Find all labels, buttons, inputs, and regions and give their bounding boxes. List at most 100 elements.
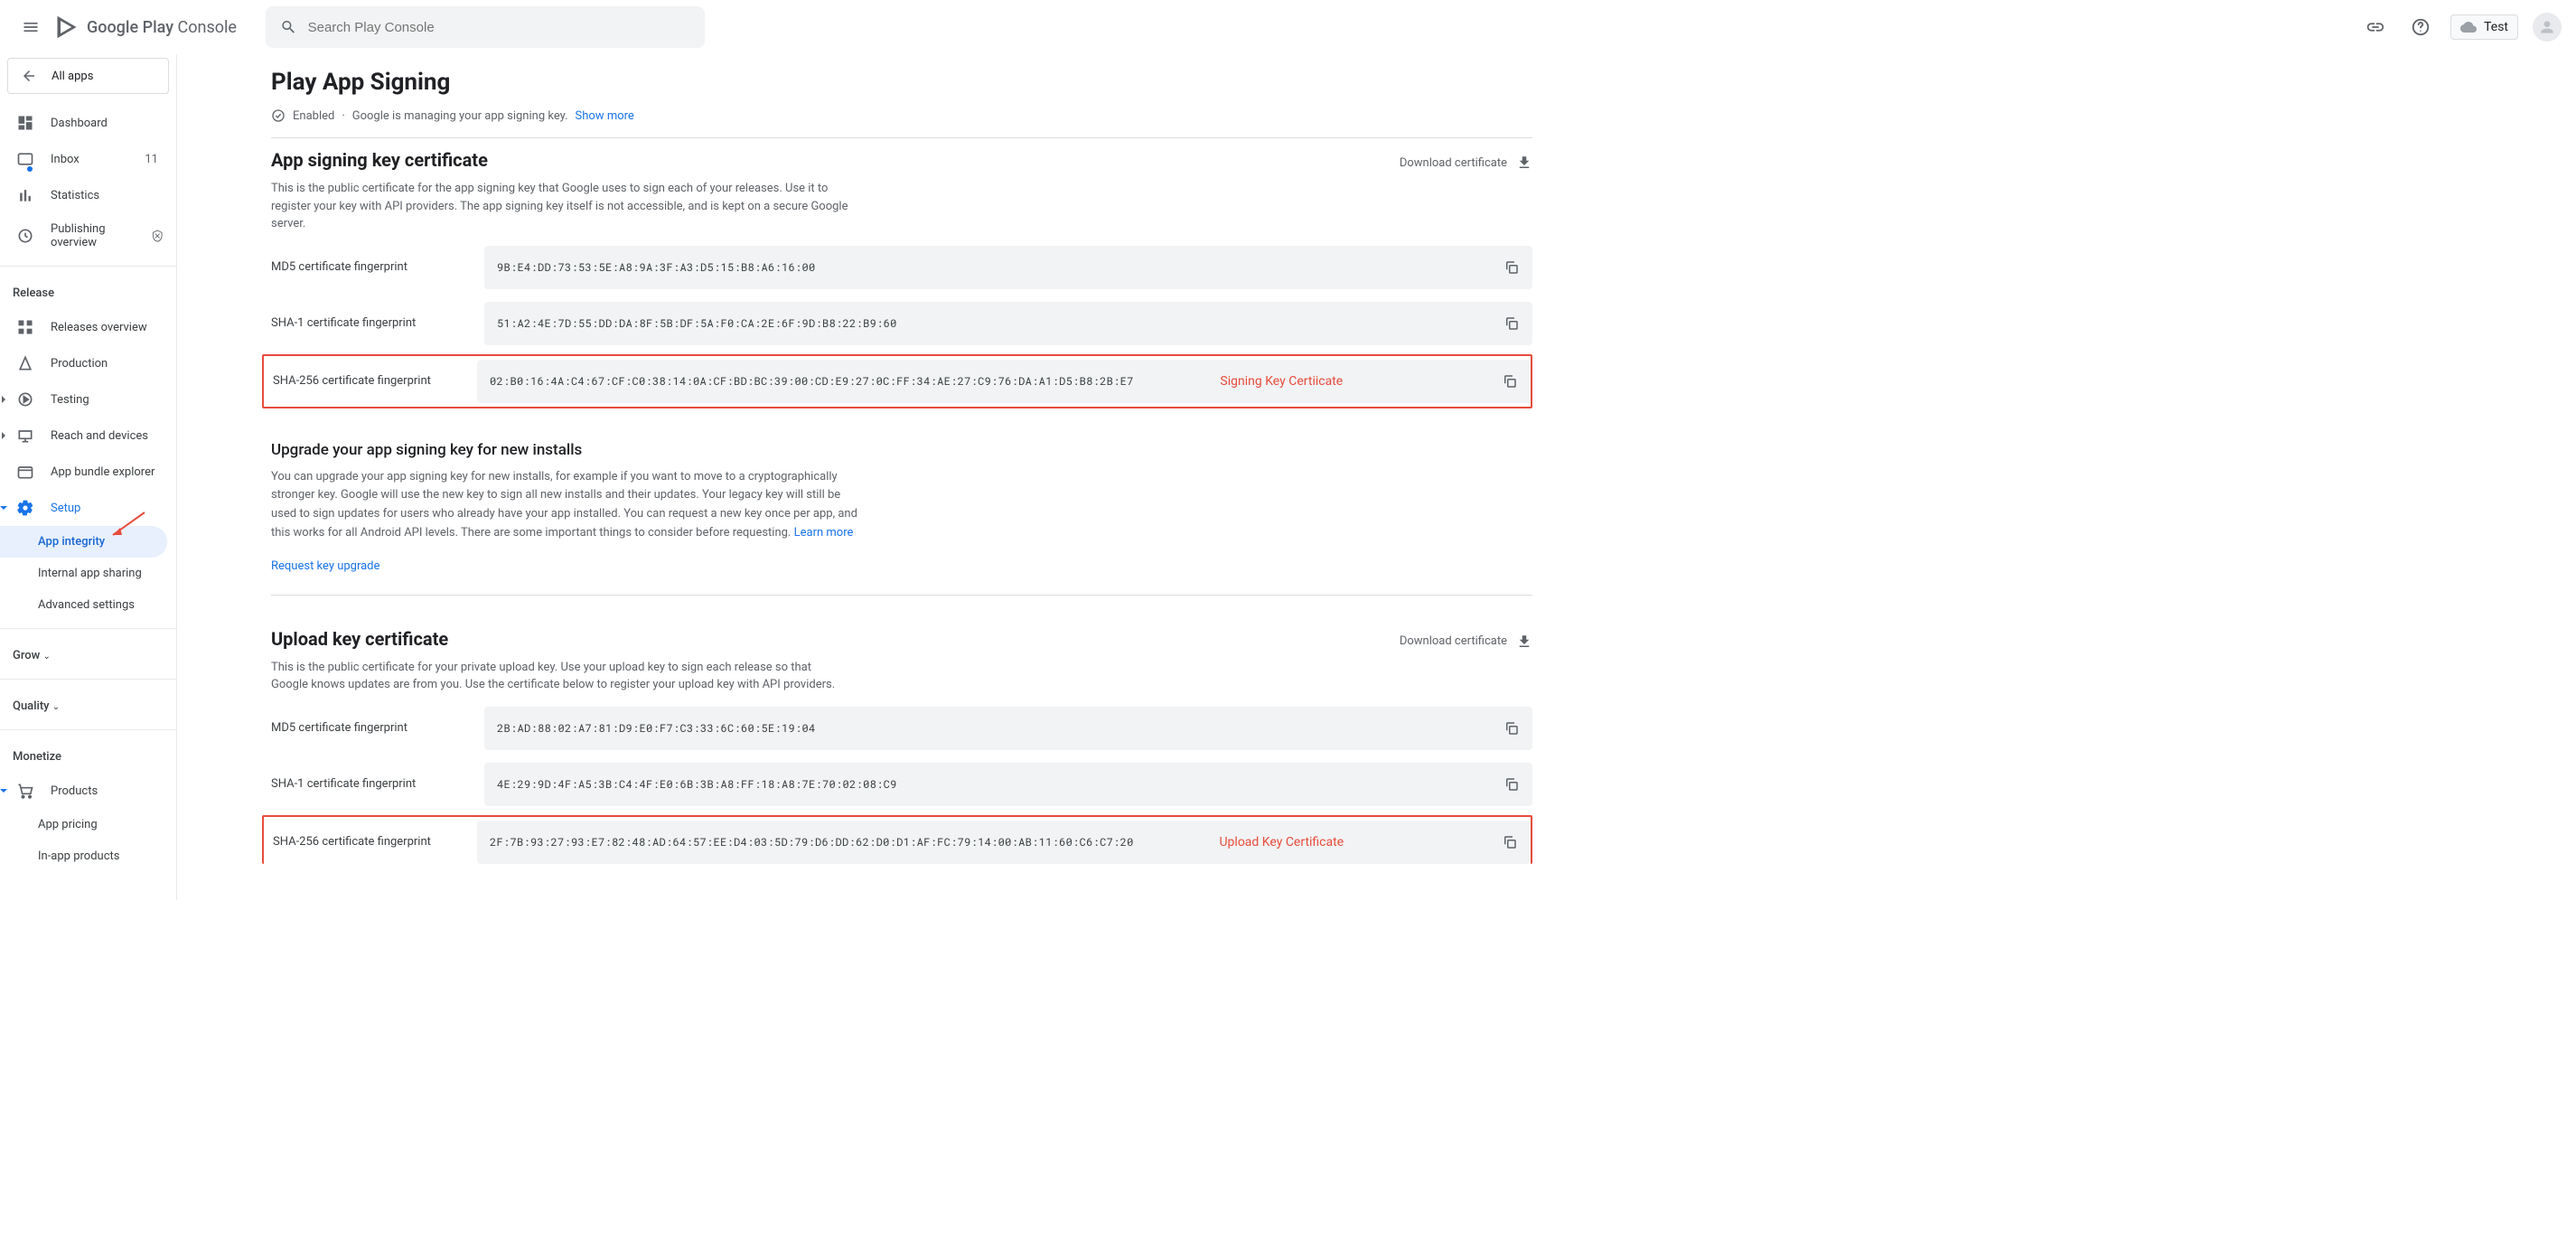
arrow-left-icon — [21, 68, 37, 84]
section-desc: This is the public certificate for the a… — [271, 180, 849, 233]
copy-button[interactable] — [1503, 259, 1520, 276]
upload-key-section: Upload key certificate This is the publi… — [271, 628, 1532, 864]
status-enabled-label: Enabled — [293, 109, 334, 123]
link-button[interactable] — [2360, 12, 2391, 42]
copy-button[interactable] — [1502, 834, 1518, 850]
learn-more-link[interactable]: Learn more — [794, 526, 854, 540]
logo[interactable]: Google Play Console — [54, 14, 237, 40]
nav-in-app-products[interactable]: In-app products — [0, 840, 176, 872]
download-certificate-link[interactable]: Download certificate — [1400, 149, 1532, 171]
sha1-label: SHA-1 certificate fingerprint — [271, 777, 484, 791]
sidebar: All apps Dashboard Inbox 11 Statistics P… — [0, 54, 177, 900]
nav-production[interactable]: Production — [0, 345, 176, 381]
md5-label: MD5 certificate fingerprint — [271, 721, 484, 735]
dashboard-icon — [16, 114, 34, 132]
nav-app-integrity[interactable]: App integrity — [0, 526, 167, 558]
app-signing-section: App signing key certificate This is the … — [271, 149, 1532, 408]
devices-icon — [16, 427, 34, 445]
sha1-row: SHA-1 certificate fingerprint 51:A2:4E:7… — [271, 302, 1532, 345]
nav-setup[interactable]: Setup — [0, 490, 176, 526]
person-icon — [2538, 18, 2556, 36]
md5-value: 9B:E4:DD:73:53:5E:A8:9A:3F:A3:D5:15:B8:A… — [497, 260, 816, 275]
copy-icon — [1503, 776, 1520, 793]
app-header: Google Play Console Test — [0, 0, 2576, 54]
nav-inbox[interactable]: Inbox 11 — [0, 141, 176, 177]
upgrade-desc: You can upgrade your app signing key for… — [271, 468, 867, 543]
all-apps-label: All apps — [52, 70, 93, 83]
upgrade-title: Upgrade your app signing key for new ins… — [271, 441, 1532, 459]
nav-app-pricing[interactable]: App pricing — [0, 809, 176, 840]
nav-publishing[interactable]: Publishing overview — [0, 213, 176, 258]
copy-button[interactable] — [1502, 373, 1518, 390]
md5-value: 2B:AD:88:02:A7:81:D9:E0:F7:C3:33:6C:60:5… — [497, 721, 816, 736]
copy-icon — [1502, 834, 1518, 850]
section-title: App signing key certificate — [271, 149, 849, 171]
nav-reach[interactable]: Reach and devices — [0, 418, 176, 454]
production-icon — [16, 354, 34, 372]
download-icon — [1516, 155, 1532, 171]
copy-icon — [1503, 315, 1520, 332]
nav-products[interactable]: Products — [0, 773, 176, 809]
test-label: Test — [2484, 20, 2508, 34]
all-apps-button[interactable]: All apps — [7, 58, 169, 94]
header-actions: Test — [2360, 12, 2562, 42]
nav-releases-overview[interactable]: Releases overview — [0, 309, 176, 345]
help-button[interactable] — [2405, 12, 2436, 42]
nav-advanced-settings[interactable]: Advanced settings — [0, 589, 176, 621]
search-bar[interactable] — [266, 6, 705, 48]
md5-label: MD5 certificate fingerprint — [271, 260, 484, 274]
managed-publishing-icon — [151, 228, 164, 244]
sha1-label: SHA-1 certificate fingerprint — [271, 316, 484, 330]
nav-bundle-explorer[interactable]: App bundle explorer — [0, 454, 176, 490]
md5-row: MD5 certificate fingerprint 9B:E4:DD:73:… — [271, 246, 1532, 289]
user-avatar[interactable] — [2533, 13, 2562, 42]
check-circle-icon — [271, 108, 286, 123]
play-console-logo-icon — [54, 14, 80, 40]
page-title: Play App Signing — [271, 54, 1532, 108]
download-icon — [1516, 634, 1532, 650]
inbox-icon — [16, 150, 34, 168]
nav-internal-sharing[interactable]: Internal app sharing — [0, 558, 176, 589]
sha256-value: 02:B0:16:4A:C4:67:CF:C0:38:14:0A:CF:BD:B… — [490, 374, 1134, 389]
status-row: Enabled · Google is managing your app si… — [271, 108, 1532, 138]
cart-icon — [16, 782, 34, 800]
section-desc: This is the public certificate for your … — [271, 659, 849, 694]
nav-dashboard[interactable]: Dashboard — [0, 105, 176, 141]
sha256-label: SHA-256 certificate fingerprint — [273, 835, 477, 849]
signing-key-highlight: SHA-256 certificate fingerprint 02:B0:16… — [262, 354, 1532, 408]
show-more-link[interactable]: Show more — [576, 109, 634, 123]
test-chip[interactable]: Test — [2450, 14, 2518, 40]
section-grow[interactable]: Grow ⌄ — [0, 636, 176, 671]
main-menu-button[interactable] — [14, 11, 47, 43]
sha256-label: SHA-256 certificate fingerprint — [273, 374, 477, 388]
hamburger-icon — [22, 18, 40, 36]
testing-icon — [16, 390, 34, 408]
logo-text: Google Play Console — [87, 18, 237, 37]
copy-button[interactable] — [1503, 776, 1520, 793]
sha1-value: 4E:29:9D:4F:A5:3B:C4:4F:E0:6B:3B:A8:FF:1… — [497, 777, 897, 792]
section-monetize: Monetize — [0, 737, 176, 773]
copy-button[interactable] — [1503, 315, 1520, 332]
copy-button[interactable] — [1503, 720, 1520, 737]
upload-annotation: Upload Key Certificate — [1219, 835, 1344, 849]
nav-testing[interactable]: Testing — [0, 381, 176, 418]
sha1-row: SHA-1 certificate fingerprint 4E:29:9D:4… — [271, 763, 1532, 806]
status-desc: Google is managing your app signing key. — [352, 109, 568, 123]
upgrade-section: Upgrade your app signing key for new ins… — [271, 441, 1532, 596]
gear-icon — [16, 499, 34, 517]
sha1-value: 51:A2:4E:7D:55:DD:DA:8F:5B:DF:5A:F0:CA:2… — [497, 316, 897, 331]
nav-statistics[interactable]: Statistics — [0, 177, 176, 213]
request-upgrade-link[interactable]: Request key upgrade — [271, 559, 379, 573]
sha256-row: SHA-256 certificate fingerprint 02:B0:16… — [273, 360, 1531, 403]
search-input[interactable] — [308, 20, 690, 35]
copy-icon — [1503, 720, 1520, 737]
copy-icon — [1503, 259, 1520, 276]
notification-dot — [27, 166, 33, 172]
sha256-value: 2F:7B:93:27:93:E7:82:48:AD:64:57:EE:D4:0… — [490, 835, 1134, 849]
md5-row: MD5 certificate fingerprint 2B:AD:88:02:… — [271, 707, 1532, 750]
upload-key-highlight: SHA-256 certificate fingerprint 2F:7B:93… — [262, 815, 1532, 864]
help-icon — [2411, 17, 2431, 37]
section-quality[interactable]: Quality ⌄ — [0, 687, 176, 722]
bundle-icon — [16, 463, 34, 481]
download-certificate-link[interactable]: Download certificate — [1400, 628, 1532, 650]
